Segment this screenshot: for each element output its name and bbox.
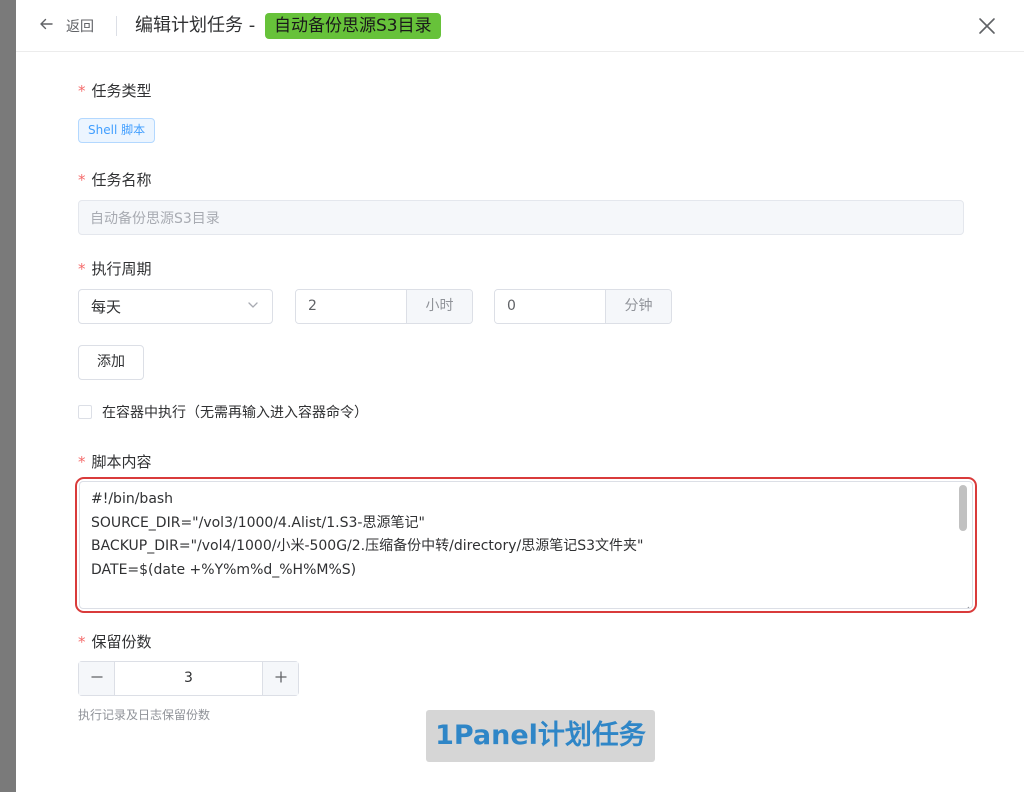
task-type-label: * 任务类型 bbox=[78, 80, 152, 101]
script-textarea[interactable]: #!/bin/bash SOURCE_DIR="/vol3/1000/4.Ali… bbox=[79, 481, 973, 609]
task-name-tag: 自动备份思源S3目录 bbox=[265, 13, 441, 39]
arrow-left-icon bbox=[38, 16, 54, 36]
increase-button[interactable] bbox=[262, 662, 298, 695]
close-button[interactable] bbox=[976, 15, 998, 37]
task-name-input[interactable] bbox=[78, 200, 964, 235]
minute-input[interactable] bbox=[495, 290, 605, 323]
task-name-label-text: 任务名称 bbox=[91, 171, 152, 189]
script-line: SOURCE_DIR="/vol3/1000/4.Alist/1.S3-思源笔记… bbox=[91, 514, 425, 531]
watermark-label: 1Panel计划任务 bbox=[426, 710, 655, 762]
hour-unit: 小时 bbox=[406, 290, 472, 323]
hour-input-group: 小时 bbox=[295, 289, 473, 324]
decrease-button[interactable] bbox=[79, 662, 115, 695]
scrollbar-thumb[interactable] bbox=[959, 485, 967, 531]
retention-label-text: 保留份数 bbox=[91, 633, 152, 651]
container-exec-checkbox[interactable]: 在容器中执行（无需再输入进入容器命令） bbox=[78, 402, 368, 422]
task-type-label-text: 任务类型 bbox=[91, 82, 152, 100]
retention-help-text: 执行记录及日志保留份数 bbox=[78, 708, 211, 722]
retention-value[interactable]: 3 bbox=[115, 662, 262, 695]
minute-unit: 分钟 bbox=[605, 290, 671, 323]
minus-icon bbox=[90, 669, 104, 688]
drawer-header: 返回 编辑计划任务 - 自动备份思源S3目录 bbox=[16, 0, 1024, 52]
back-label: 返回 bbox=[66, 19, 94, 35]
back-button[interactable]: 返回 bbox=[38, 14, 94, 38]
task-type-tag: Shell 脚本 bbox=[78, 118, 156, 143]
edit-task-drawer: 返回 编辑计划任务 - 自动备份思源S3目录 * 任务类型 Shell 脚本 * 任… bbox=[16, 0, 1024, 792]
required-mark: * bbox=[78, 453, 86, 471]
overlay-backdrop bbox=[0, 0, 16, 792]
chevron-down-icon bbox=[246, 297, 260, 316]
script-line: #!/bin/bash bbox=[91, 491, 174, 507]
schedule-label-text: 执行周期 bbox=[91, 260, 152, 278]
script-label: * 脚本内容 bbox=[78, 451, 152, 472]
frequency-select[interactable]: 每天 bbox=[78, 289, 273, 324]
container-exec-label: 在容器中执行（无需再输入进入容器命令） bbox=[102, 405, 368, 421]
retention-label: * 保留份数 bbox=[78, 631, 152, 652]
script-line: DATE=$(date +%Y%m%d_%H%M%S) bbox=[91, 561, 357, 578]
checkbox-icon[interactable] bbox=[78, 405, 92, 419]
script-label-text: 脚本内容 bbox=[91, 453, 152, 471]
script-line: BACKUP_DIR="/vol4/1000/小米-500G/2.压缩备份中转/… bbox=[91, 538, 644, 554]
task-name-label: * 任务名称 bbox=[78, 169, 152, 190]
hour-input[interactable] bbox=[296, 290, 406, 323]
required-mark: * bbox=[78, 260, 86, 278]
resize-handle-icon[interactable] bbox=[962, 598, 970, 608]
frequency-value: 每天 bbox=[91, 298, 122, 316]
required-mark: * bbox=[78, 171, 86, 189]
minute-input-group: 分钟 bbox=[494, 289, 672, 324]
close-icon bbox=[976, 18, 998, 41]
schedule-label: * 执行周期 bbox=[78, 258, 152, 279]
add-schedule-button[interactable]: 添加 bbox=[78, 345, 144, 380]
retention-stepper: 3 bbox=[78, 661, 299, 696]
required-mark: * bbox=[78, 82, 86, 100]
page-title: 编辑计划任务 - bbox=[135, 15, 256, 36]
plus-icon bbox=[274, 669, 288, 688]
header-divider bbox=[116, 16, 117, 36]
required-mark: * bbox=[78, 633, 86, 651]
